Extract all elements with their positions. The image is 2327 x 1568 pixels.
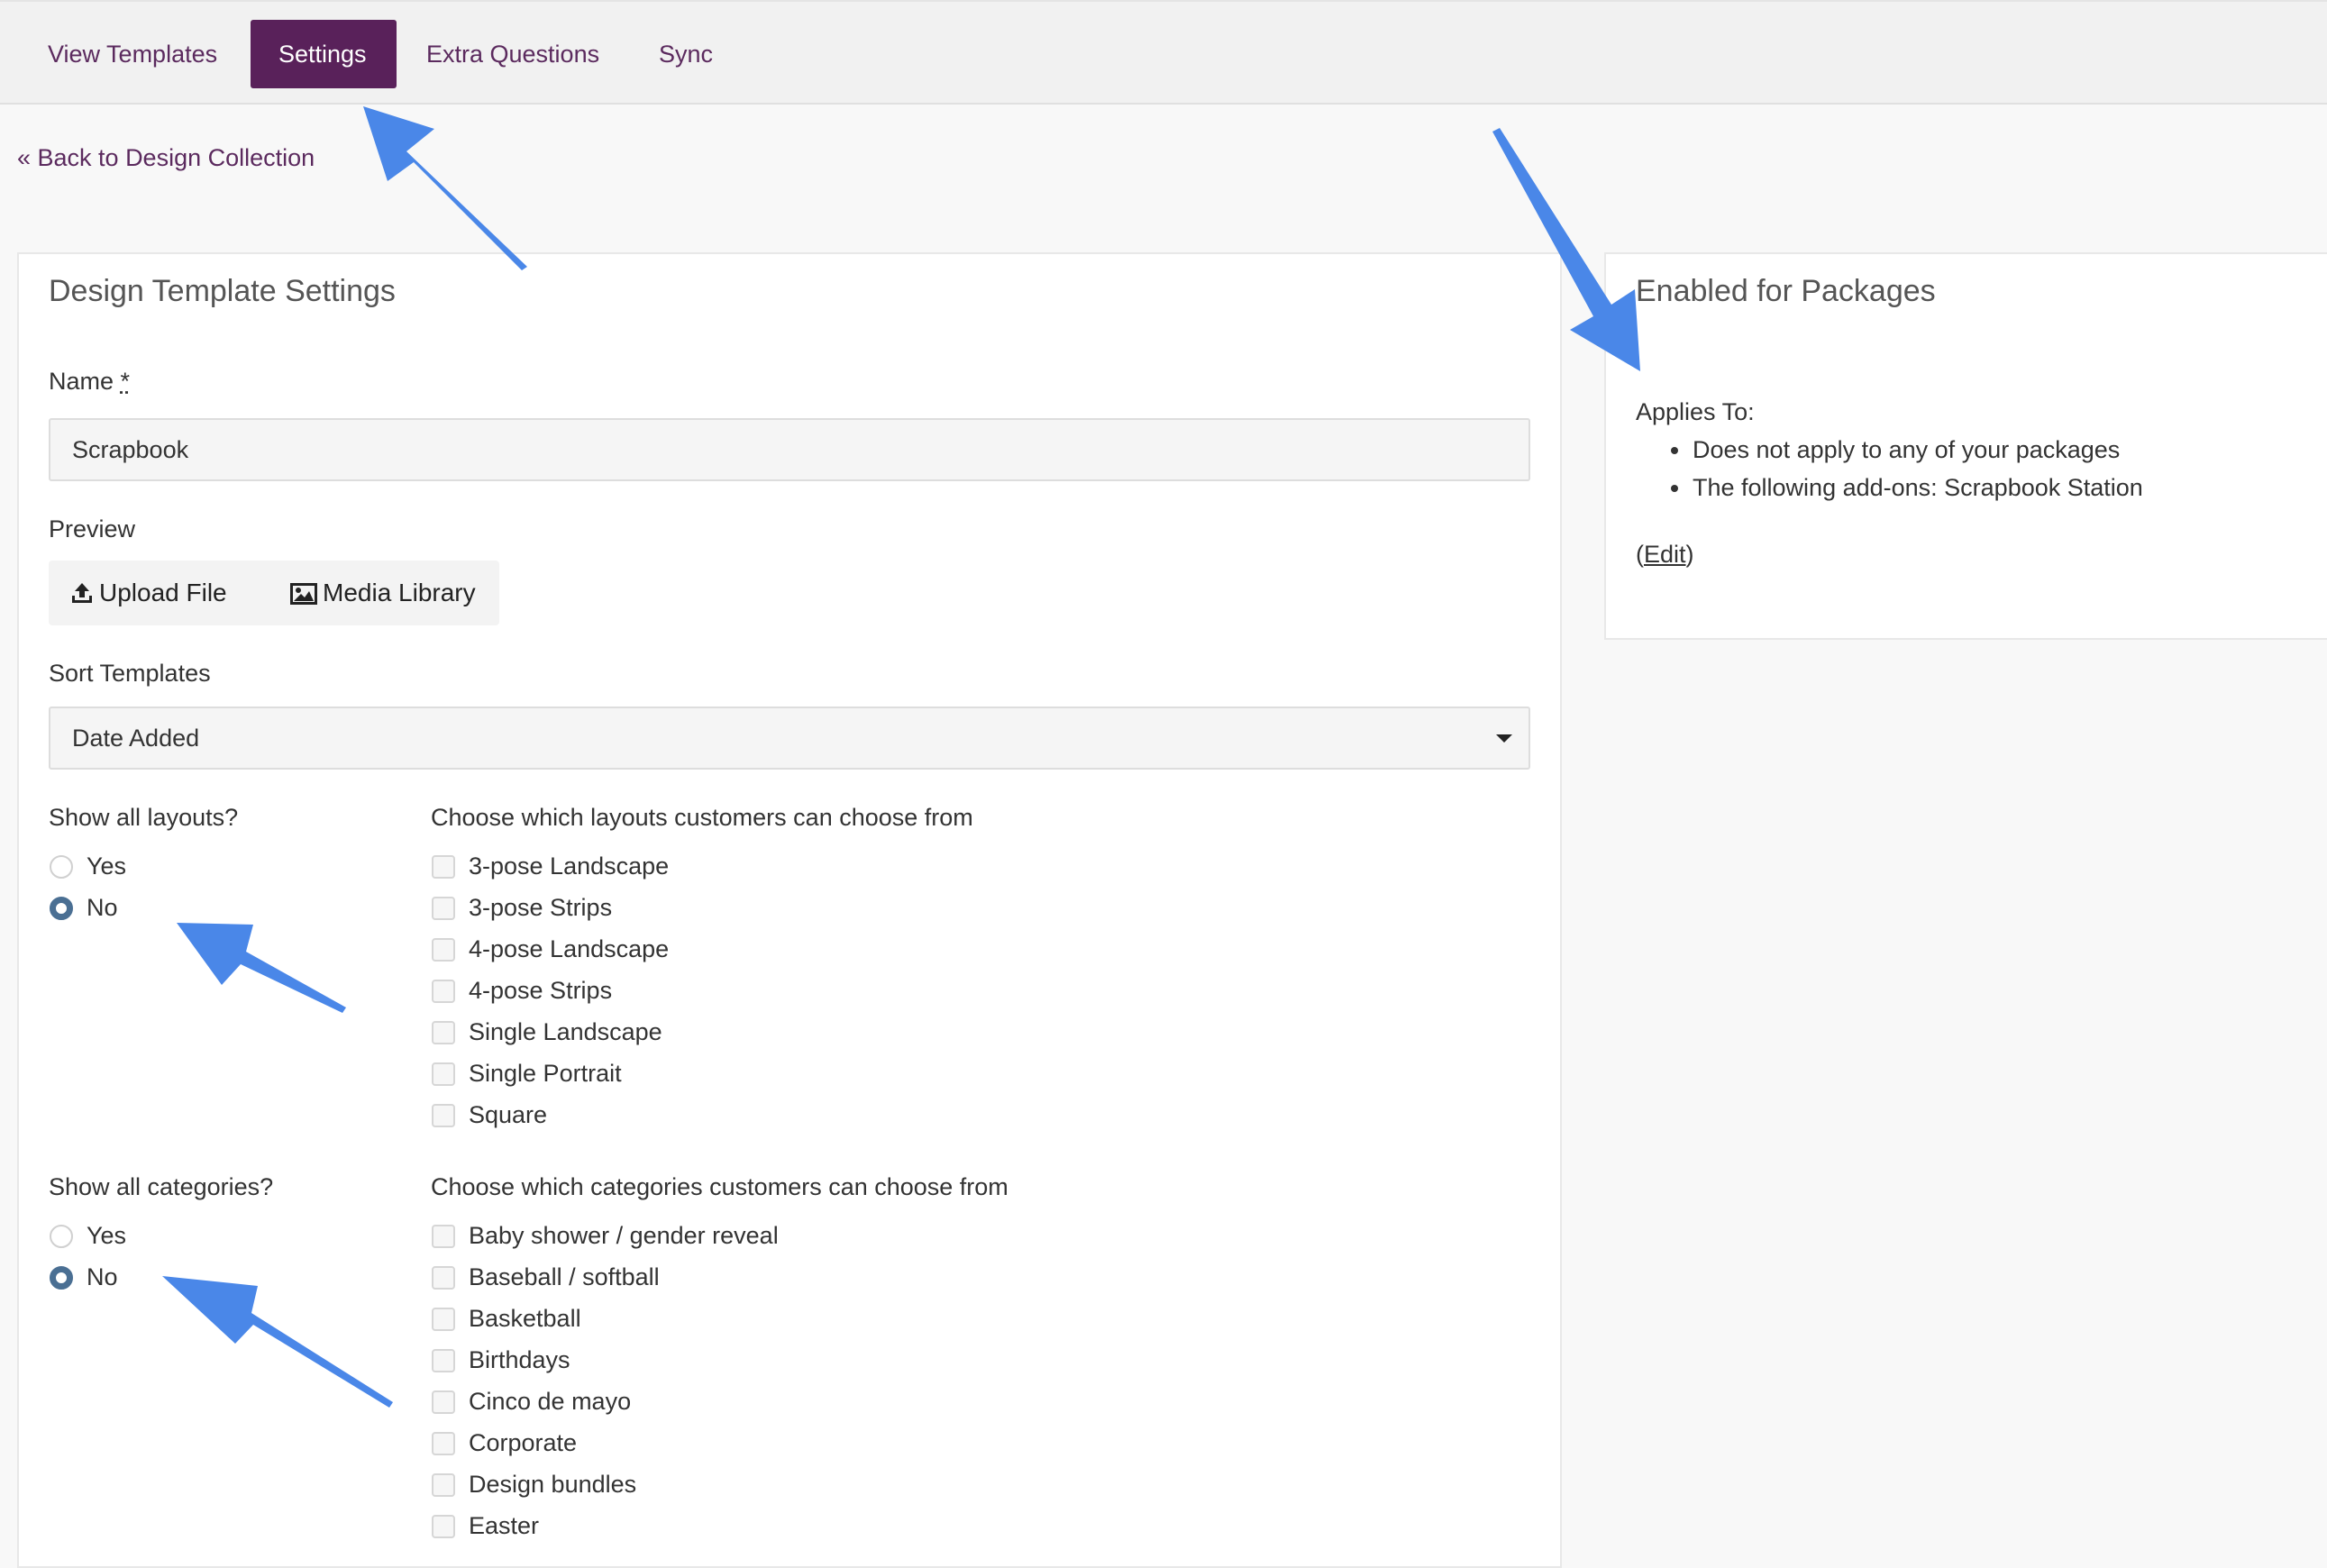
- layout-option-label: 4-pose Strips: [469, 977, 613, 1004]
- categories-no-label: No: [87, 1263, 118, 1290]
- top-nav: View Templates Settings Extra Questions …: [0, 0, 2327, 105]
- sort-templates-value: Date Added: [72, 725, 200, 752]
- name-input[interactable]: [49, 418, 1530, 481]
- layout-checkbox[interactable]: [432, 855, 455, 879]
- media-library-label: Media Library: [323, 579, 476, 606]
- applies-to-item: Does not apply to any of your packages: [1693, 436, 2121, 463]
- preview-button-group: Upload File Media Library: [49, 561, 499, 625]
- category-option-label: Baby shower / gender reveal: [469, 1222, 779, 1249]
- media-library-button[interactable]: Media Library: [290, 561, 476, 625]
- name-label: Name *: [49, 368, 130, 396]
- category-checkbox[interactable]: [432, 1515, 455, 1538]
- category-checkbox[interactable]: [432, 1473, 455, 1497]
- name-label-text: Name: [49, 368, 114, 395]
- choose-layouts-label: Choose which layouts customers can choos…: [431, 804, 973, 831]
- bullet: [1671, 447, 1678, 454]
- categories-yes-label: Yes: [87, 1222, 127, 1249]
- upload-file-label: Upload File: [99, 579, 227, 606]
- edit-link[interactable]: Edit: [1644, 541, 1686, 568]
- show-all-layouts-label: Show all layouts?: [49, 804, 239, 831]
- category-checkbox[interactable]: [432, 1349, 455, 1372]
- layout-checkbox[interactable]: [432, 897, 455, 920]
- category-checkbox[interactable]: [432, 1390, 455, 1414]
- layout-checkbox[interactable]: [432, 980, 455, 1003]
- category-option-label: Cinco de mayo: [469, 1388, 632, 1415]
- upload-file-button[interactable]: Upload File: [70, 561, 227, 625]
- tab-sync[interactable]: Sync: [631, 20, 741, 88]
- panel-title: Design Template Settings: [49, 274, 396, 308]
- layout-option-label: Single Landscape: [469, 1018, 662, 1045]
- sort-templates-select[interactable]: Date Added: [49, 707, 1530, 770]
- enabled-for-packages-panel: Enabled for Packages Applies To: Does no…: [1604, 252, 2327, 640]
- category-checkbox[interactable]: [432, 1432, 455, 1455]
- edit-link-wrapper: (Edit): [1636, 541, 1694, 569]
- tab-settings[interactable]: Settings: [251, 20, 397, 88]
- upload-icon: [72, 583, 92, 603]
- show-all-categories-label: Show all categories?: [49, 1173, 274, 1200]
- caret-down-icon: [1496, 734, 1512, 743]
- category-checkbox[interactable]: [432, 1225, 455, 1248]
- layouts-yes-radio[interactable]: [50, 855, 73, 879]
- categories-yes-radio[interactable]: [50, 1225, 73, 1248]
- back-to-design-collection-link[interactable]: « Back to Design Collection: [17, 144, 315, 172]
- layout-option-label: 4-pose Landscape: [469, 935, 670, 962]
- preview-label: Preview: [49, 515, 136, 542]
- layout-checkbox[interactable]: [432, 1021, 455, 1044]
- tab-view-templates[interactable]: View Templates: [20, 20, 245, 88]
- image-icon: [290, 583, 317, 605]
- layout-checkbox[interactable]: [432, 1104, 455, 1127]
- category-checkbox[interactable]: [432, 1308, 455, 1331]
- sort-templates-label: Sort Templates: [49, 660, 211, 687]
- bullet: [1671, 485, 1678, 492]
- category-option-label: Birthdays: [469, 1346, 570, 1373]
- layout-option-label: 3-pose Landscape: [469, 852, 670, 880]
- category-option-label: Corporate: [469, 1429, 578, 1456]
- layout-option-label: 3-pose Strips: [469, 894, 613, 921]
- applies-to-item: The following add-ons: Scrapbook Station: [1693, 474, 2143, 501]
- applies-to-label: Applies To:: [1636, 398, 1755, 425]
- category-option-label: Baseball / softball: [469, 1263, 660, 1290]
- category-checkbox[interactable]: [432, 1266, 455, 1290]
- required-marker: *: [120, 368, 131, 395]
- design-template-settings-panel: Design Template Settings Name * Preview …: [17, 252, 1562, 1568]
- layout-checkbox[interactable]: [432, 938, 455, 962]
- paren-open: (: [1636, 541, 1644, 568]
- categories-no-radio[interactable]: [50, 1266, 73, 1290]
- layout-checkbox[interactable]: [432, 1062, 455, 1086]
- side-panel-title: Enabled for Packages: [1636, 274, 1936, 308]
- choose-categories-label: Choose which categories customers can ch…: [431, 1173, 1008, 1200]
- layout-option-label: Square: [469, 1101, 548, 1128]
- category-option-label: Easter: [469, 1512, 540, 1539]
- layouts-no-label: No: [87, 894, 118, 921]
- layout-option-label: Single Portrait: [469, 1060, 622, 1087]
- tab-extra-questions[interactable]: Extra Questions: [398, 20, 627, 88]
- annotation-arrow: [363, 106, 527, 270]
- category-option-label: Design bundles: [469, 1471, 637, 1498]
- layouts-no-radio[interactable]: [50, 897, 73, 920]
- paren-close: ): [1685, 541, 1694, 568]
- category-option-label: Basketball: [469, 1305, 581, 1332]
- layouts-yes-label: Yes: [87, 852, 127, 880]
